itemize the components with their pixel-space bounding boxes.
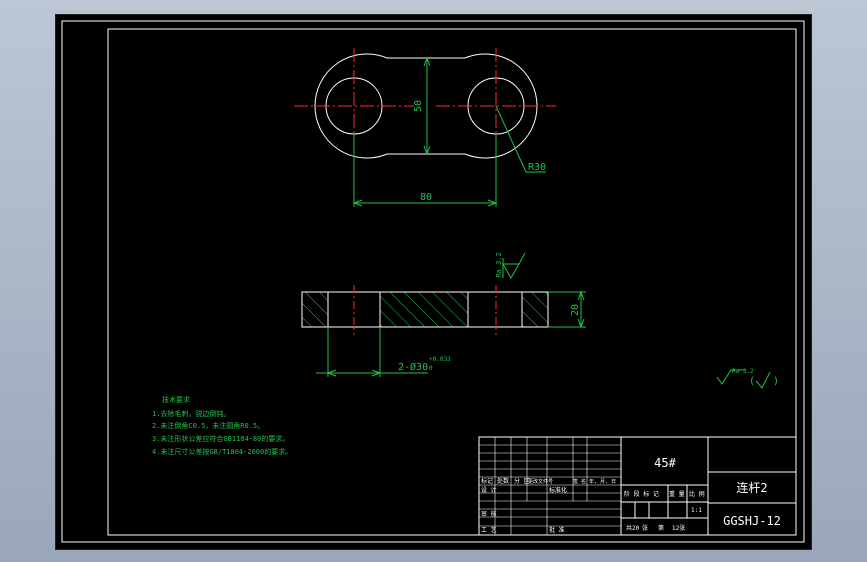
outer-frame	[61, 20, 805, 543]
review-label: 审 核	[481, 510, 497, 518]
hdr-mark: 标记	[481, 477, 493, 485]
holes-dimension: 2-Ø30	[398, 361, 428, 373]
roughness-note-value: Ra 3.2	[732, 368, 754, 375]
design-label: 设 计	[481, 486, 497, 494]
holes-tolerance-lower: 0	[429, 365, 433, 372]
thickness-dimension: 20	[570, 304, 581, 316]
weight-label: 重 量	[669, 490, 685, 498]
drawing-canvas: 50 80 R30 20 Ra 3.2 2-Ø30 +0.033 0 Ra 3.…	[61, 20, 805, 543]
section-roughness: Ra 3.2	[495, 252, 503, 277]
sheets-total: 共20	[626, 524, 640, 532]
tech-requirement-item: 3.未注形状公差应符合GB1184-80的要求。	[152, 434, 289, 443]
standardize-label: 标准化	[549, 486, 567, 494]
inner-frame	[107, 28, 797, 536]
drawing-sheet: 50 80 R30 20 Ra 3.2 2-Ø30 +0.033 0 Ra 3.…	[55, 14, 812, 550]
sheets-label: 张	[642, 524, 648, 532]
height-dimension: 50	[413, 100, 424, 112]
scale-value: 1:1	[691, 507, 702, 514]
holes-tolerance-upper: +0.033	[429, 356, 451, 363]
roughness-paren-close: )	[773, 376, 779, 387]
drawing-number: GGSHJ-12	[723, 514, 781, 528]
section-view	[301, 291, 549, 328]
roughness-paren-open: (	[749, 376, 755, 387]
approve-label: 批 准	[549, 526, 565, 534]
radius-dimension: R30	[528, 162, 546, 173]
process-label: 工 艺	[481, 526, 497, 534]
tech-requirements-title: 技术要求	[162, 395, 190, 404]
center-distance-dimension: 80	[420, 192, 432, 203]
hdr-sign: 签 名	[573, 478, 586, 485]
hdr-date: 年, 月, 日	[589, 478, 616, 485]
part-name: 连杆2	[736, 480, 767, 495]
hdr-doc: 更改文件号	[528, 478, 553, 485]
tech-requirement-item: 4.未注尺寸公差按GB/T1804-2000的要求。	[152, 447, 292, 456]
dimension-lines-top	[352, 56, 546, 207]
sheet-no: 第	[658, 524, 664, 532]
tech-requirement-item: 2.未注倒角C0.5，未注圆角R0.5。	[152, 421, 264, 430]
tech-requirements: 技术要求 1.去除毛刺，锐边倒钝。 2.未注倒角C0.5，未注圆角R0.5。 3…	[152, 395, 292, 456]
scale-label: 比 例	[689, 490, 705, 498]
tech-requirement-item: 1.去除毛刺，锐边倒钝。	[152, 409, 230, 418]
material: 45#	[654, 456, 676, 470]
sheet-no-label: 12张	[672, 524, 685, 532]
stage-mark-label: 阶 段 标 记	[624, 490, 659, 498]
hdr-count: 处数	[497, 477, 509, 485]
